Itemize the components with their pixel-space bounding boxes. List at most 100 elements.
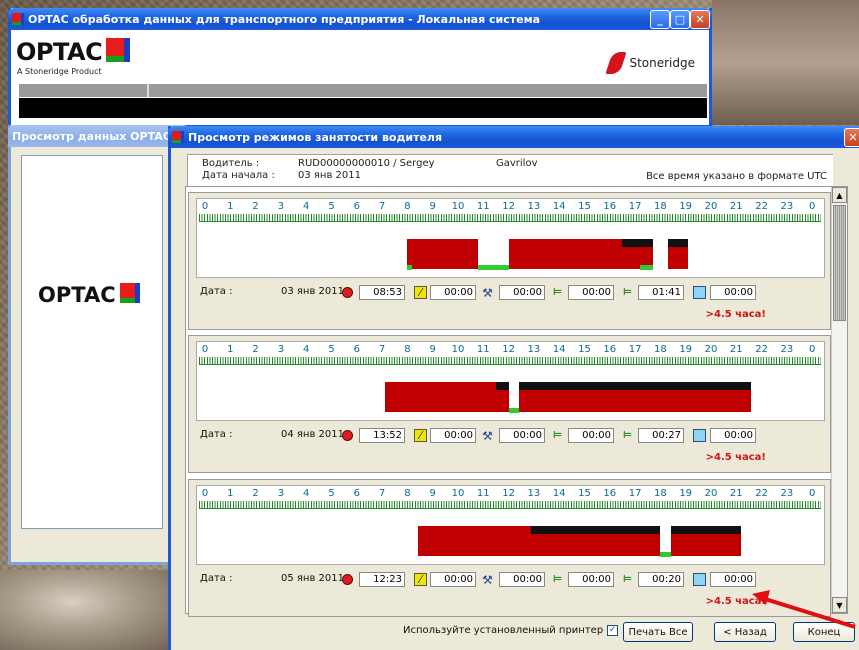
data-window-titlebar[interactable]: Просмотр данных OPTAC - <box>8 125 186 147</box>
hour-label: 7 <box>378 488 386 499</box>
date-value: 03 янв 2011 <box>281 286 344 297</box>
use-printer-checkbox[interactable]: ✓ <box>607 625 619 636</box>
tools-icon: ⚒ <box>482 428 493 443</box>
rest2-time-value: 00:27 <box>638 428 684 443</box>
drive-time-value: 08:53 <box>359 285 405 300</box>
hour-label: 9 <box>429 201 436 212</box>
driver-info-header: Водитель : RUD00000000010 / Sergey Gavri… <box>187 154 833 186</box>
hour-label: 5 <box>328 201 335 212</box>
activity-chart: 0 1 2 3 4 5 6 7 8 9 10 11 12 13 14 15 16 17 18 19 20 21 22 23 0 <box>196 485 825 565</box>
data-window-title: Просмотр данных OPTAC - <box>12 129 180 143</box>
driver-window-titlebar[interactable]: Просмотр режимов занятости водителя ✕ <box>168 126 859 148</box>
double-bed-icon: ⊨ <box>622 430 633 441</box>
hour-label: 23 <box>780 488 794 499</box>
end-button[interactable]: Конец <box>793 622 855 642</box>
hour-label: 10 <box>451 201 465 212</box>
available-time-value: 00:00 <box>710 428 756 443</box>
days-scroll-area[interactable]: 0 1 2 3 4 5 6 7 8 9 10 11 12 13 14 15 16 17 18 19 20 21 22 23 0 Д… <box>185 186 848 617</box>
driver-activity-window: Просмотр режимов занятости водителя ✕ Во… <box>168 126 859 650</box>
close-button[interactable]: ✕ <box>844 128 859 147</box>
hour-label: 13 <box>527 488 541 499</box>
break-indicator <box>495 382 509 390</box>
available-time-value: 00:00 <box>710 572 756 587</box>
hour-label: 16 <box>603 488 617 499</box>
print-all-button[interactable]: Печать Все <box>623 622 693 642</box>
break-indicator <box>667 239 689 247</box>
available-time-value: 00:00 <box>710 285 756 300</box>
hour-label: 23 <box>780 344 794 355</box>
optac-logo-text: OPTAC <box>16 38 103 66</box>
hour-label: 0 <box>201 488 209 499</box>
vertical-scrollbar[interactable]: ▲ ▼ <box>831 187 847 613</box>
hour-label: 1 <box>227 201 234 212</box>
optac-logo-icon <box>119 283 140 303</box>
drive-icon <box>342 430 353 441</box>
work-icon: ⁄ <box>414 429 427 442</box>
hour-label: 6 <box>353 344 360 355</box>
scroll-down-arrow[interactable]: ▼ <box>832 597 847 613</box>
use-printer-option[interactable]: Используйте установленный принтер ✓ <box>403 625 619 636</box>
stoneridge-icon <box>607 52 627 74</box>
hour-label: 19 <box>679 201 693 212</box>
hour-label: 12 <box>502 201 515 212</box>
rest-segment <box>478 265 509 270</box>
rest-time-value: 00:00 <box>568 428 614 443</box>
maximize-button[interactable]: □ <box>670 10 690 29</box>
hour-label: 11 <box>476 344 490 355</box>
hour-label: 15 <box>578 344 591 355</box>
data-view-window: Просмотр данных OPTAC - OPTAC <box>8 125 186 565</box>
hour-label: 6 <box>353 201 360 212</box>
main-window: OPTAC обработка данных для транспортного… <box>8 8 712 128</box>
hour-label: 16 <box>603 201 617 212</box>
hour-label: 14 <box>552 488 566 499</box>
hour-label: 8 <box>404 201 411 212</box>
driving-limit-warning: >4.5 часа! <box>705 309 766 320</box>
scroll-thumb[interactable] <box>833 205 846 321</box>
break-indicator <box>518 382 752 390</box>
rest-segment <box>660 552 671 557</box>
scroll-up-arrow[interactable]: ▲ <box>832 187 847 203</box>
day-panel: 0 1 2 3 4 5 6 7 8 9 10 11 12 13 14 15 16 17 18 19 20 21 22 23 0 Д… <box>188 192 831 330</box>
hour-label: 6 <box>353 488 360 499</box>
available-icon <box>693 573 706 586</box>
bed-icon: ⊨ <box>552 574 563 585</box>
hour-label: 3 <box>277 201 285 212</box>
hour-label: 21 <box>729 488 743 499</box>
drive-time-value: 12:23 <box>359 572 405 587</box>
day-totals-row: Дата :03 янв 2011 08:53 ⁄ 00:00 ⚒ 00:00 ⊨ 00:00… <box>189 285 832 301</box>
drive-icon <box>342 574 353 585</box>
hour-label: 22 <box>755 201 768 212</box>
hour-label: 0 <box>809 344 816 355</box>
hour-label: 12 <box>502 344 515 355</box>
hour-label: 22 <box>755 344 768 355</box>
hour-label: 16 <box>603 344 617 355</box>
rest-segment <box>407 265 413 270</box>
double-bed-icon: ⊨ <box>622 287 633 298</box>
driver-value: RUD00000000010 / Sergey <box>298 158 435 169</box>
hour-label: 18 <box>654 488 667 499</box>
drive-segment <box>384 382 509 412</box>
hour-label: 7 <box>378 344 386 355</box>
start-date-label: Дата начала : <box>202 170 275 181</box>
hour-label: 5 <box>328 488 335 499</box>
data-window-logo-text: OPTAC <box>38 283 116 307</box>
close-button[interactable]: ✕ <box>690 10 710 29</box>
hour-label: 23 <box>780 201 794 212</box>
minimize-button[interactable]: _ <box>650 10 670 29</box>
drive-segment <box>407 239 479 269</box>
break-indicator <box>670 526 742 534</box>
main-window-titlebar[interactable]: OPTAC обработка данных для транспортного… <box>8 8 712 30</box>
back-button[interactable]: < Назад <box>714 622 776 642</box>
driver-label: Водитель : <box>202 158 260 169</box>
drive-icon <box>342 287 353 298</box>
hour-label: 22 <box>755 488 768 499</box>
hour-label: 18 <box>654 201 667 212</box>
hour-label: 0 <box>201 201 209 212</box>
hour-label: 0 <box>201 344 209 355</box>
other-time-value: 00:00 <box>499 285 545 300</box>
stoneridge-text: Stoneridge <box>629 56 695 70</box>
hour-label: 2 <box>252 344 259 355</box>
work-icon: ⁄ <box>414 286 427 299</box>
hour-label: 4 <box>303 488 310 499</box>
hour-label: 1 <box>227 488 234 499</box>
